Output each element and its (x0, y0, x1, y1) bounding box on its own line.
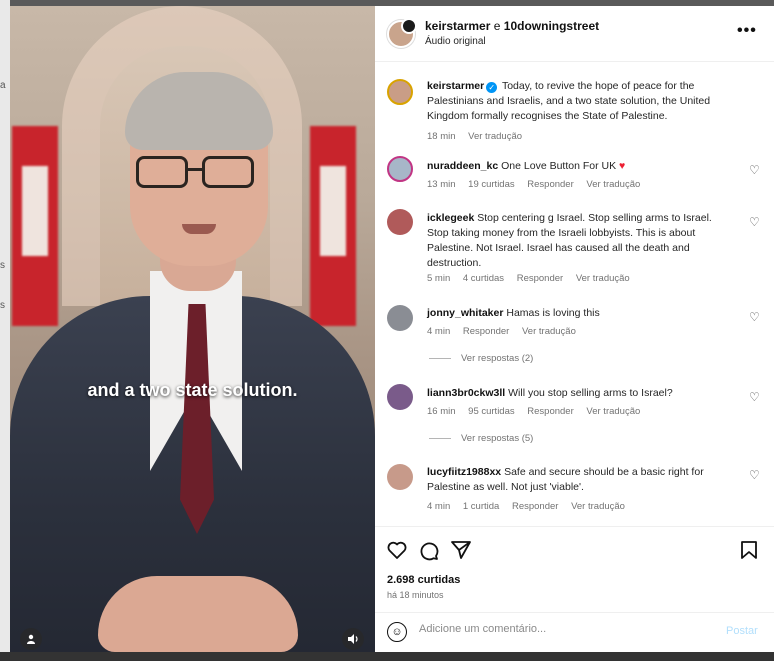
comment-composer: ☺ Postar (375, 612, 774, 652)
comment-text: Hamas is loving this (506, 307, 600, 319)
avatar[interactable] (387, 464, 413, 490)
like-heart-icon[interactable]: ♡ (749, 469, 761, 481)
video-caption: and a two state solution. (87, 380, 298, 400)
like-heart-icon[interactable]: ♡ (749, 164, 761, 176)
share-icon[interactable] (451, 541, 471, 562)
flag-left (12, 126, 58, 326)
comment-likes[interactable]: 4 curtidas (463, 273, 504, 284)
comment-meta: 4 min Responder Ver tradução (427, 326, 586, 337)
audio-label[interactable]: Áudio original (425, 36, 486, 47)
caption-meta: 18 min Ver tradução (427, 131, 532, 142)
avatar[interactable] (387, 209, 413, 235)
comment-likes[interactable]: 1 curtida (463, 501, 499, 512)
comment-likes[interactable]: 19 curtidas (468, 179, 514, 190)
comment-likes[interactable]: 95 curtidas (468, 406, 514, 417)
post-header: keirstarmer e 10downingstreet Áudio orig… (375, 6, 774, 62)
edge-glyph: s (0, 260, 5, 271)
speaker-glasses (136, 156, 260, 190)
flag-right (310, 126, 356, 326)
caption-avatar[interactable] (387, 79, 413, 105)
comment-time: 13 min (427, 179, 456, 190)
comment-meta: 4 min 1 curtida Responder Ver tradução (427, 501, 635, 512)
bookmark-icon[interactable] (741, 541, 757, 562)
edge-glyph: s (0, 300, 5, 311)
like-heart-icon[interactable]: ♡ (749, 216, 761, 228)
comment-time: 4 min (427, 501, 451, 512)
author-username[interactable]: keirstarmer (425, 19, 490, 33)
heart-icon[interactable] (387, 541, 407, 562)
view-replies-button[interactable]: Ver respostas (2) (429, 353, 533, 364)
comment-input[interactable] (419, 623, 709, 635)
like-heart-icon[interactable]: ♡ (749, 311, 761, 323)
comment-username[interactable]: lucyfiitz1988xx (427, 466, 501, 478)
comment-time: 5 min (427, 273, 451, 284)
post-actions: 2.698 curtidas há 18 minutos (375, 526, 774, 612)
avatar[interactable] (387, 156, 413, 182)
comment-time: 4 min (427, 326, 451, 337)
comment-body: liann3br0ckw3ll Will you stop selling ar… (427, 386, 747, 401)
reply-button[interactable]: Responder (527, 406, 573, 417)
reply-button[interactable]: Responder (463, 326, 509, 337)
post-timestamp: há 18 minutos (387, 590, 444, 600)
post-panel: keirstarmer e 10downingstreet Áudio orig… (375, 6, 774, 652)
sound-toggle-icon[interactable] (342, 628, 364, 650)
reply-button[interactable]: Responder (512, 501, 558, 512)
comment-username[interactable]: jonny_whitaker (427, 307, 503, 319)
like-heart-icon[interactable]: ♡ (749, 391, 761, 403)
translate-button[interactable]: Ver tradução (522, 326, 576, 337)
verified-icon: ✓ (486, 82, 498, 93)
comment-meta: 5 min 4 curtidas Responder Ver tradução (427, 273, 640, 284)
caption-body: keirstarmer ✓ Today, to revive the hope o… (427, 79, 747, 124)
caption-username[interactable]: keirstarmer (427, 80, 484, 92)
comment-username[interactable]: nuraddeen_kc (427, 160, 498, 172)
caption-time: 18 min (427, 131, 456, 142)
comment-meta: 13 min 19 curtidas Responder Ver traduçã… (427, 179, 650, 190)
likes-count[interactable]: 2.698 curtidas (387, 574, 460, 586)
translate-button[interactable]: Ver tradução (571, 501, 625, 512)
avatar[interactable] (387, 384, 413, 410)
bottom-edge-strip (0, 652, 774, 661)
avatar[interactable] (387, 305, 413, 331)
comment-text: One Love Button For UK (501, 160, 617, 172)
translate-button[interactable]: Ver tradução (586, 179, 640, 190)
post-authors: keirstarmer e 10downingstreet (425, 19, 599, 33)
comments-list[interactable]: keirstarmer ✓ Today, to revive the hope o… (375, 63, 774, 526)
coauthor-avatar[interactable] (401, 18, 417, 34)
post-comment-button[interactable]: Postar (726, 625, 758, 637)
comment-icon[interactable] (419, 541, 439, 564)
comment-body: lucyfiitz1988xx Safe and secure should b… (427, 465, 727, 495)
left-edge-strip: a s s (0, 0, 10, 661)
comment-body: nuraddeen_kc One Love Button For UK ♥ (427, 159, 747, 174)
view-replies-label[interactable]: Ver respostas (2) (461, 353, 533, 364)
caption-translate[interactable]: Ver tradução (468, 131, 522, 142)
comment-meta: 16 min 95 curtidas Responder Ver traduçã… (427, 406, 650, 417)
speaker-mouth (182, 224, 216, 234)
comment-body: jonny_whitaker Hamas is loving this (427, 306, 747, 321)
comment-username[interactable]: liann3br0ckw3ll (427, 387, 505, 399)
translate-button[interactable]: Ver tradução (576, 273, 630, 284)
coauthor-username[interactable]: 10downingstreet (504, 19, 599, 33)
speaker-hands (98, 576, 298, 652)
edge-glyph: a (0, 80, 6, 91)
emoji-icon[interactable]: ☺ (387, 622, 407, 642)
view-replies-button[interactable]: Ver respostas (5) (429, 433, 533, 444)
reply-button[interactable]: Responder (527, 179, 573, 190)
tagged-user-icon[interactable] (20, 628, 42, 650)
comment-body: icklegeek Stop centering g Israel. Stop … (427, 211, 727, 271)
reply-button[interactable]: Responder (517, 273, 563, 284)
authors-joiner: e (493, 19, 501, 33)
comment-time: 16 min (427, 406, 456, 417)
comment-text: Will you stop selling arms to Israel? (508, 387, 673, 399)
more-horizontal-icon[interactable]: ••• (737, 22, 757, 40)
replies-divider (429, 437, 451, 439)
replies-divider (429, 357, 451, 359)
comment-username[interactable]: icklegeek (427, 212, 474, 224)
view-replies-label[interactable]: Ver respostas (5) (461, 433, 533, 444)
translate-button[interactable]: Ver tradução (586, 406, 640, 417)
red-heart-emoji: ♥ (619, 160, 626, 172)
reel-video[interactable]: and a two state solution. (10, 6, 375, 652)
